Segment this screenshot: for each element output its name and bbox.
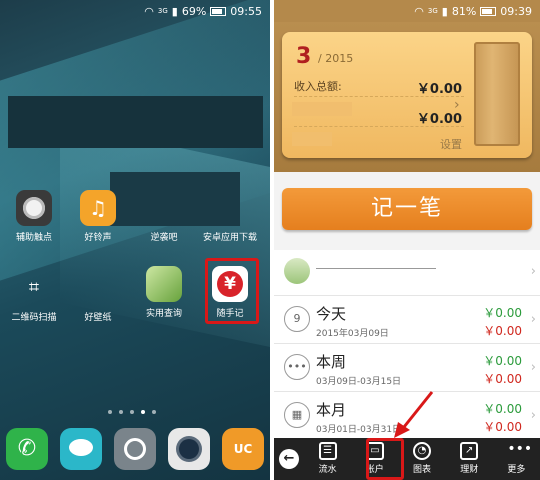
trend-icon: ↗ [460, 442, 479, 460]
home-screen: ◠ 3G ▮ 69% 09:55 辅助触点 ♫ 好铃声 逆袭吧 安卓应用下载 ⌗… [0, 0, 270, 480]
expense-amount: ￥0.00 [483, 420, 522, 434]
nav-chart[interactable]: ◔ 图表 [398, 438, 445, 480]
calendar-month-icon: ▦ [284, 402, 310, 428]
clock: 09:55 [230, 4, 262, 18]
battery-icon [480, 6, 497, 16]
calendar-week-icon: ••• [284, 354, 310, 380]
camera-icon[interactable] [168, 428, 210, 470]
avatar [284, 258, 310, 284]
year-label: / 2015 [318, 52, 354, 65]
pointer-arrow-icon [394, 391, 434, 438]
qr-scan-icon: ⌗ [28, 277, 40, 298]
chevron-right-icon: › [454, 97, 460, 113]
wifi-icon: ◠ [414, 4, 424, 18]
income-total: ￥0.00 [416, 82, 462, 97]
touch-assist-icon [16, 190, 52, 226]
chevron-right-icon: › [530, 264, 536, 279]
app-assistive-touch[interactable]: 辅助触点 [6, 190, 62, 243]
bottom-nav: ← ☰ 流水 ▭ 账户 ◔ 图表 ↗ 理财 ••• 更多 [274, 438, 540, 480]
more-dots-icon: ••• [507, 441, 533, 457]
highlight-box [205, 258, 259, 324]
music-note-icon: ♫ [80, 190, 116, 226]
expense-amount: ￥0.00 [483, 324, 522, 338]
message-icon[interactable] [60, 428, 102, 470]
calendar-day-icon: 9 [284, 306, 310, 332]
back-button[interactable]: ← [274, 438, 304, 480]
period-row-today[interactable]: 9 今天 2015年03月09日 ￥0.00 ￥0.00 › [274, 296, 540, 344]
record-entry-button[interactable]: 记一笔 [282, 188, 532, 230]
suishouji-app: ◠ 3G ▮ 81% 09:39 3 / 2015 收入总额: ￥0.00 ￥0… [274, 0, 540, 480]
wifi-icon: ◠ [144, 4, 154, 18]
app-utility-query[interactable]: 实用查询 [136, 266, 192, 319]
budget-settings-link[interactable]: 设置 [440, 136, 462, 152]
back-arrow-icon: ← [279, 449, 299, 469]
income-amount: ￥0.00 [483, 402, 522, 416]
list-icon: ☰ [318, 442, 337, 460]
clock: 09:39 [500, 4, 532, 18]
phone-icon[interactable]: ✆ [6, 428, 48, 470]
dock: ✆ UC [6, 428, 264, 470]
pie-chart-icon: ◔ [413, 442, 431, 460]
highlight-box [366, 438, 404, 480]
income-amount: ￥0.00 [483, 354, 522, 368]
income-amount: ￥0.00 [483, 306, 522, 320]
status-bar: ◠ 3G ▮ 81% 09:39 [274, 0, 540, 22]
month-number: 3 [296, 44, 312, 69]
battery-percent: 69% [181, 4, 207, 18]
income-row: 收入总额: ￥0.00 [294, 80, 462, 97]
signal-icon: ▮ [441, 4, 448, 18]
nav-finance[interactable]: ↗ 理财 [446, 438, 493, 480]
battery-icon [210, 6, 227, 16]
period-row-week[interactable]: ••• 本周 03月09日-03月15日 ￥0.00 ￥0.00 › [274, 344, 540, 392]
expense-amount: ￥0.00 [483, 372, 522, 386]
account-row[interactable]: › [274, 250, 540, 296]
app-ringtone[interactable]: ♫ 好铃声 [70, 190, 126, 243]
app-qr-scan[interactable]: ⌗ 二维码扫描 [6, 270, 62, 323]
settings-icon[interactable] [114, 428, 156, 470]
nav-more[interactable]: ••• 更多 [493, 438, 540, 480]
signal-label: 3G [157, 7, 168, 15]
screenshot-composite: ◠ 3G ▮ 69% 09:55 辅助触点 ♫ 好铃声 逆袭吧 安卓应用下载 ⌗… [0, 0, 540, 480]
chevron-right-icon: › [530, 312, 536, 327]
battery-percent: 81% [451, 4, 477, 18]
signal-label: 3G [427, 7, 438, 15]
app-wallpaper[interactable]: 好壁纸 [70, 270, 126, 323]
signal-icon: ▮ [171, 4, 178, 18]
month-summary-card[interactable]: 3 / 2015 收入总额: ￥0.00 ￥0.00 设置 › [282, 32, 532, 158]
app-nixiba[interactable]: 逆袭吧 [136, 190, 192, 243]
chevron-right-icon: › [530, 360, 536, 375]
nav-flow[interactable]: ☰ 流水 [304, 438, 351, 480]
search-map-icon [146, 266, 182, 302]
redacted-block [8, 96, 263, 148]
page-indicator [108, 410, 156, 414]
uc-browser-icon[interactable]: UC [222, 428, 264, 470]
status-bar: ◠ 3G ▮ 69% 09:55 [0, 0, 270, 22]
chevron-right-icon: › [530, 408, 536, 423]
app-android-store[interactable]: 安卓应用下载 [202, 190, 258, 243]
account-book-icon[interactable] [474, 42, 520, 146]
